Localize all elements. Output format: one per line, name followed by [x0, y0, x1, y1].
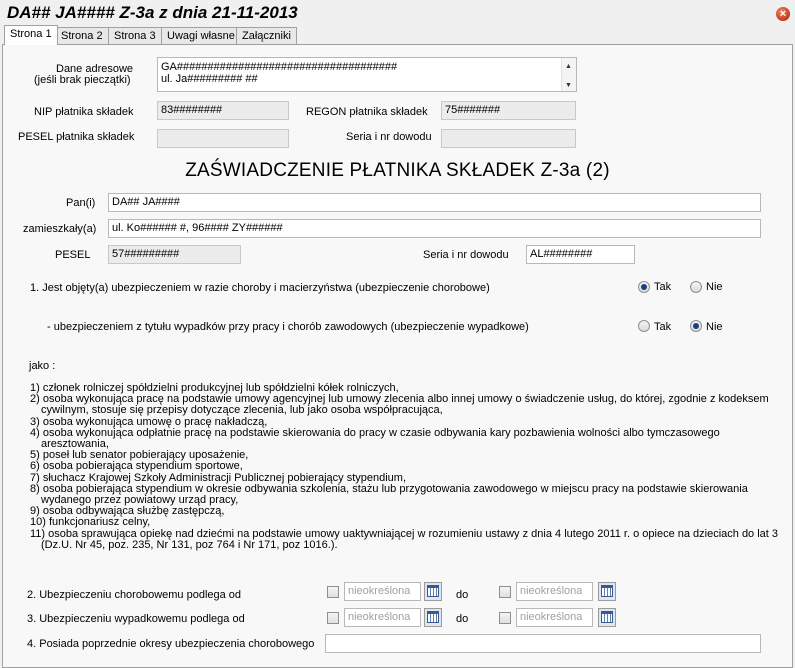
- name-label: Pan(i): [66, 197, 96, 209]
- memo-scrollbar[interactable]: ▲ ▼: [561, 58, 576, 91]
- q1b-yes-radio[interactable]: [638, 320, 650, 332]
- address-line-1: GA####################################: [161, 61, 398, 73]
- tab-strona-3[interactable]: Strona 3: [108, 27, 162, 44]
- page-title: ZAŚWIADCZENIE PŁATNIKA SKŁADEK Z-3a (2): [185, 160, 610, 181]
- category-list: 1) członek rolniczej spółdzielni produkc…: [30, 382, 790, 551]
- tab-strona-1[interactable]: Strona 1: [4, 25, 58, 45]
- name-field[interactable]: DA## JA####: [108, 193, 761, 212]
- tab-strona-2[interactable]: Strona 2: [55, 27, 109, 44]
- q1b-yes-label: Tak: [654, 321, 672, 333]
- id-doc-label: Seria i nr dowodu: [346, 131, 432, 143]
- address-memo[interactable]: GA#################################### u…: [157, 57, 577, 92]
- q3-from-calendar-icon[interactable]: [424, 608, 442, 627]
- tab-zalaczniki[interactable]: Załączniki: [236, 27, 297, 44]
- id-doc-field[interactable]: [441, 129, 576, 148]
- q2-from-calendar-icon[interactable]: [424, 582, 442, 601]
- pesel-label: PESEL: [55, 249, 91, 261]
- residence-field[interactable]: ul. Ko###### #, 96#### ZY######: [108, 219, 761, 238]
- nip-label: NIP płatnika składek: [34, 106, 134, 118]
- pesel-payer-field[interactable]: [157, 129, 289, 148]
- address-line-2: ul. Ja######### ##: [161, 73, 258, 85]
- q1-no-label: Nie: [706, 281, 723, 293]
- q1b-no-radio[interactable]: [690, 320, 702, 332]
- q2-do-label: do: [456, 589, 469, 601]
- question-1-text: 1. Jest objęty(a) ubezpieczeniem w razie…: [30, 282, 490, 294]
- q3-label: 3. Ubezpieczeniu wypadkowemu podlega od: [27, 613, 245, 625]
- q3-do-label: do: [456, 613, 469, 625]
- address-sublabel: (jeśli brak pieczątki): [34, 74, 131, 86]
- q3-from-checkbox[interactable]: [327, 612, 339, 624]
- list-item: cywilnym, stosuje się przepisy dotyczące…: [41, 404, 443, 417]
- q1b-no-label: Nie: [706, 321, 723, 333]
- q4-label: 4. Posiada poprzednie okresy ubezpieczen…: [27, 638, 315, 650]
- q4-field[interactable]: [325, 634, 761, 653]
- tab-uwagi-wlasne[interactable]: Uwagi własne: [161, 27, 241, 44]
- jako-label: jako :: [29, 360, 56, 372]
- person-id-field[interactable]: AL########: [526, 245, 635, 264]
- q2-to-calendar-icon[interactable]: [598, 582, 616, 601]
- q3-to-calendar-icon[interactable]: [598, 608, 616, 627]
- list-item: 10) funkcjonariusz celny,: [30, 516, 151, 529]
- scroll-down-icon[interactable]: ▼: [565, 80, 572, 91]
- q2-to-checkbox[interactable]: [499, 586, 511, 598]
- q1-yes-label: Tak: [654, 281, 672, 293]
- q2-from-date[interactable]: nieokreślona: [344, 582, 421, 601]
- q3-to-checkbox[interactable]: [499, 612, 511, 624]
- q2-to-date[interactable]: nieokreślona: [516, 582, 593, 601]
- pesel-payer-label: PESEL płatnika składek: [18, 131, 135, 143]
- regon-label: REGON płatnika składek: [306, 106, 428, 118]
- title-bar: DA## JA#### Z-3a z dnia 21-11-2013 ×: [0, 0, 795, 26]
- list-item: 4) osoba wykonująca odpłatnie pracę na p…: [30, 426, 720, 439]
- person-id-label: Seria i nr dowodu: [423, 249, 509, 261]
- q1-no-radio[interactable]: [690, 281, 702, 293]
- q3-from-date[interactable]: nieokreślona: [344, 608, 421, 627]
- list-item: 6) osoba pobierająca stypendium sportowe…: [30, 460, 243, 473]
- regon-field[interactable]: 75#######: [441, 101, 576, 120]
- pesel-field[interactable]: 57#########: [108, 245, 241, 264]
- nip-field[interactable]: 83########: [157, 101, 289, 120]
- question-1b-text: - ubezpieczeniem z tytułu wypadków przy …: [47, 321, 529, 333]
- scroll-up-icon[interactable]: ▲: [565, 61, 572, 73]
- q2-label: 2. Ubezpieczeniu chorobowemu podlega od: [27, 589, 242, 601]
- list-item: (Dz.U. Nr 45, poz. 235, Nr 131, poz 764 …: [41, 538, 338, 551]
- residence-label: zamieszkały(a): [23, 223, 97, 235]
- window-title: DA## JA#### Z-3a z dnia 21-11-2013: [7, 3, 298, 22]
- q2-from-checkbox[interactable]: [327, 586, 339, 598]
- q1-yes-radio[interactable]: [638, 281, 650, 293]
- close-icon[interactable]: ×: [776, 7, 790, 21]
- q3-to-date[interactable]: nieokreślona: [516, 608, 593, 627]
